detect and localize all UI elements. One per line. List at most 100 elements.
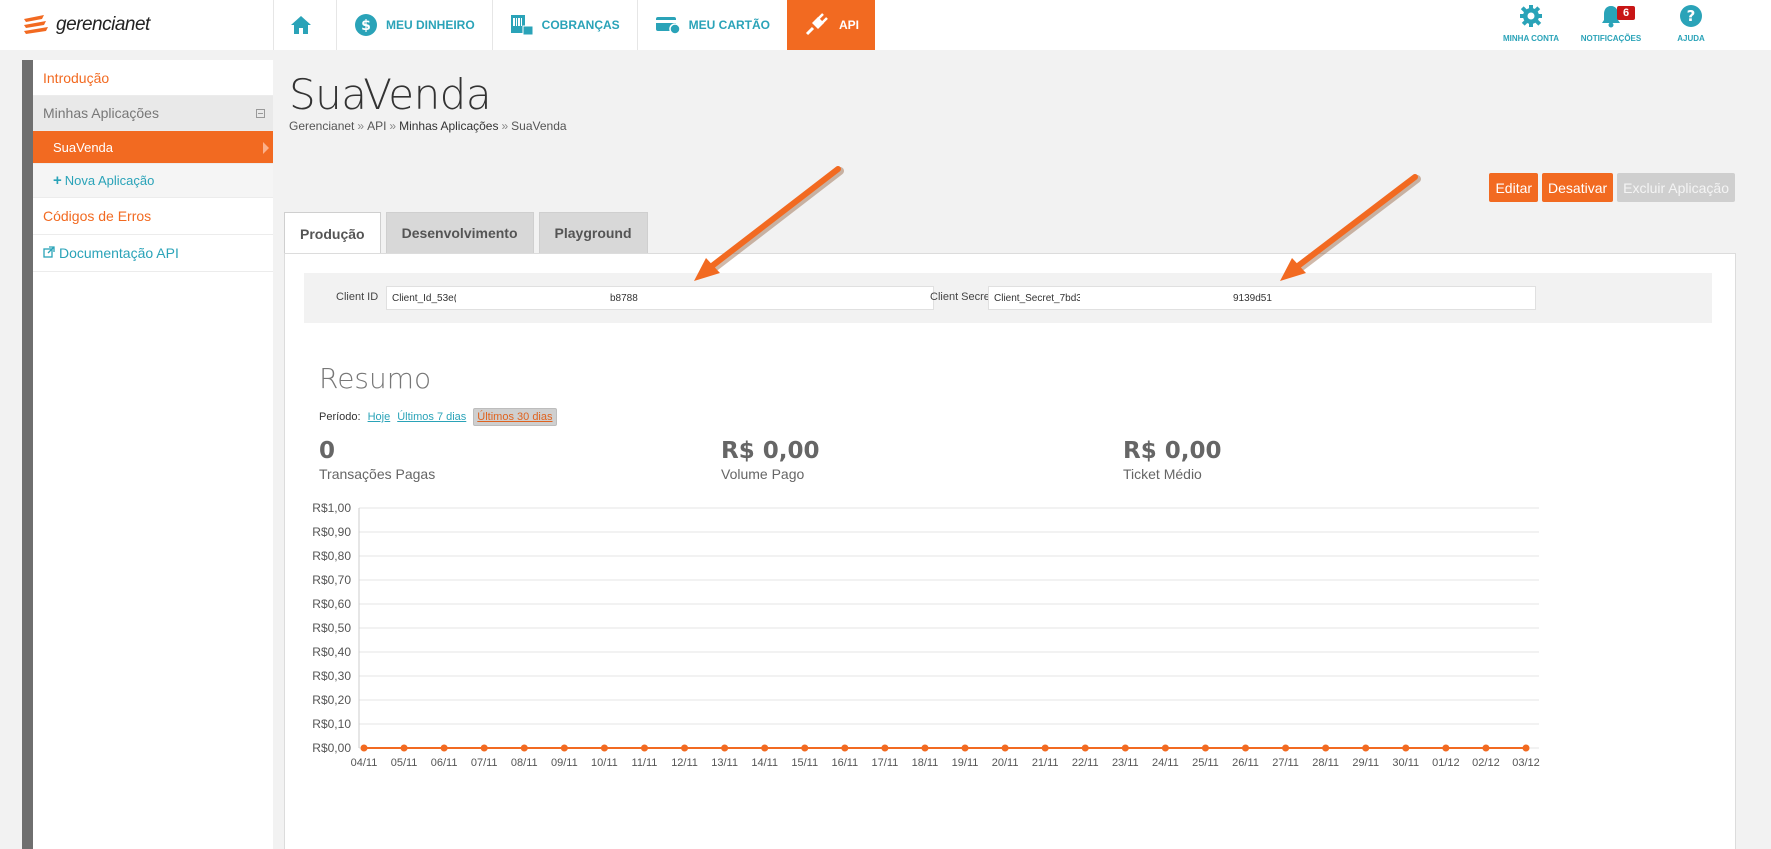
chart-x-tick-label: 19/11 <box>952 757 979 769</box>
edit-button[interactable]: Editar <box>1489 173 1539 202</box>
breadcrumb: Gerencianet» API» Minhas Aplicações» SuaVen… <box>289 119 567 133</box>
nav-meu-dinheiro-label: MEU DINHEIRO <box>386 18 475 32</box>
gerencianet-logo-icon <box>24 15 48 34</box>
plus-icon: + <box>53 172 62 189</box>
chart-x-tick-label: 03/12 <box>1512 757 1540 769</box>
tab-bar: Produção Desenvolvimento Playground <box>284 212 648 254</box>
chart-point <box>1001 744 1009 752</box>
chart-x-tick-label: 24/11 <box>1152 757 1179 769</box>
minha-conta-button[interactable]: MINHA CONTA <box>1491 0 1571 50</box>
nav-meu-cartao-label: MEU CARTÃO <box>688 18 770 32</box>
home-icon <box>290 15 312 35</box>
chart-point <box>721 744 729 752</box>
chart-point <box>440 744 448 752</box>
chart-point <box>1242 744 1250 752</box>
sidebar-item-introducao[interactable]: Introdução <box>33 60 273 96</box>
chart-point <box>1362 744 1370 752</box>
nav-meu-cartao[interactable]: MEU CARTÃO <box>636 0 787 50</box>
chart-point <box>841 744 849 752</box>
caret-right-icon <box>263 142 269 154</box>
chart-x-tick-label: 18/11 <box>912 757 939 769</box>
chart-point <box>1081 744 1089 752</box>
chart-point <box>1522 744 1530 752</box>
stat-value: 0 <box>319 438 336 464</box>
external-link-icon <box>43 245 55 261</box>
client-id-value-end: b8788 <box>610 292 638 304</box>
chart-y-tick-label: R$0,20 <box>312 693 351 707</box>
stat-value: R$ 0,00 <box>721 438 820 464</box>
chart-point <box>881 744 889 752</box>
chart-point <box>1402 744 1410 752</box>
breadcrumb-item[interactable]: Gerencianet <box>289 119 354 133</box>
chart-point <box>1322 744 1330 752</box>
delete-application-button[interactable]: Excluir Aplicação <box>1617 173 1735 202</box>
client-id-value-start: Client_Id_53e( <box>392 292 456 304</box>
disable-button[interactable]: Desativar <box>1542 173 1614 202</box>
nav-api-label: API <box>839 18 860 32</box>
sidebar-item-codigos-erros[interactable]: Códigos de Erros <box>33 198 273 235</box>
page-title: SuaVenda <box>289 70 492 119</box>
minha-conta-label: MINHA CONTA <box>1503 34 1559 43</box>
chart-x-tick-label: 30/11 <box>1392 757 1419 769</box>
client-id-label: Client ID <box>336 291 379 303</box>
tab-desenvolvimento[interactable]: Desenvolvimento <box>385 212 534 253</box>
sidebar-item-label: Códigos de Erros <box>43 208 152 224</box>
client-id-field[interactable]: Client_Id_53e( b8788 <box>386 286 934 310</box>
chart-x-tick-label: 25/11 <box>1192 757 1219 769</box>
tab-playground[interactable]: Playground <box>538 212 648 253</box>
stat-label: Ticket Médio <box>1123 466 1202 482</box>
client-secret-label: Client Secret <box>930 291 993 303</box>
nav-home[interactable] <box>273 0 336 50</box>
chart-x-tick-label: 09/11 <box>551 757 578 769</box>
chart-point <box>480 744 488 752</box>
chart-point <box>640 744 648 752</box>
chart-x-tick-label: 10/11 <box>591 757 618 769</box>
chart-point <box>1041 744 1049 752</box>
chart-x-tick-label: 13/11 <box>711 757 738 769</box>
period-filter: Período: Hoje Últimos 7 dias Últimos 30 … <box>319 408 557 426</box>
nav-api[interactable]: API <box>787 0 876 50</box>
chart-x-tick-label: 01/12 <box>1432 757 1460 769</box>
sidebar-item-minhas-aplicacoes[interactable]: Minhas Aplicações <box>33 96 273 131</box>
nav-cobrancas[interactable]: COBRANÇAS <box>491 0 637 50</box>
main-content: SuaVenda Gerencianet» API» Minhas Aplicaçõ… <box>273 50 1771 849</box>
ajuda-button[interactable]: ? AJUDA <box>1651 0 1731 50</box>
chart-x-tick-label: 12/11 <box>671 757 698 769</box>
sidebar-item-label: Introdução <box>43 69 110 86</box>
period-30dias-link[interactable]: Últimos 30 dias <box>473 408 557 426</box>
chart-x-tick-label: 08/11 <box>511 757 538 769</box>
money-icon: $ <box>354 13 378 37</box>
chart-x-tick-label: 22/11 <box>1072 757 1099 769</box>
client-secret-field[interactable]: Client_Secret_7bd3 9139d51 <box>988 286 1536 310</box>
breadcrumb-item[interactable]: Minhas Aplicações <box>399 119 498 133</box>
sidebar-item-label: Documentação API <box>59 245 179 261</box>
notificacoes-label: NOTIFICAÇÕES <box>1580 34 1642 43</box>
period-7dias-link[interactable]: Últimos 7 dias <box>397 411 466 423</box>
chart-point <box>400 744 408 752</box>
sidebar-item-nova-aplicacao[interactable]: + Nova Aplicação <box>33 164 273 198</box>
chart-point <box>600 744 608 752</box>
client-secret-value-start: Client_Secret_7bd3 <box>994 292 1080 304</box>
chart-y-tick-label: R$0,50 <box>312 621 351 635</box>
logo-text: gerencianet <box>56 14 150 35</box>
notificacoes-button[interactable]: 6 NOTIFICAÇÕES <box>1571 0 1651 50</box>
redaction-mask <box>1080 291 1233 305</box>
collapse-icon[interactable] <box>256 108 265 118</box>
period-hoje-link[interactable]: Hoje <box>368 411 391 423</box>
chart-x-tick-label: 16/11 <box>831 757 858 769</box>
action-buttons: Editar Desativar Excluir Aplicação <box>1489 173 1735 202</box>
chart-point <box>921 744 929 752</box>
chart-x-tick-label: 21/11 <box>1032 757 1059 769</box>
chart-point <box>1161 744 1169 752</box>
breadcrumb-separator: » <box>357 119 365 133</box>
gear-icon <box>1519 4 1543 30</box>
sidebar-item-documentacao[interactable]: Documentação API <box>33 235 273 272</box>
chart-point <box>761 744 769 752</box>
nav-meu-dinheiro[interactable]: $ MEU DINHEIRO <box>336 0 492 50</box>
chart-x-tick-label: 29/11 <box>1352 757 1379 769</box>
tab-producao[interactable]: Produção <box>284 212 381 254</box>
sidebar-item-suavenda[interactable]: SuaVenda <box>33 131 273 164</box>
breadcrumb-item[interactable]: API <box>367 119 386 133</box>
logo[interactable]: gerencianet <box>22 10 150 40</box>
stat-transacoes-pagas: 0 Transações Pagas <box>319 438 435 482</box>
